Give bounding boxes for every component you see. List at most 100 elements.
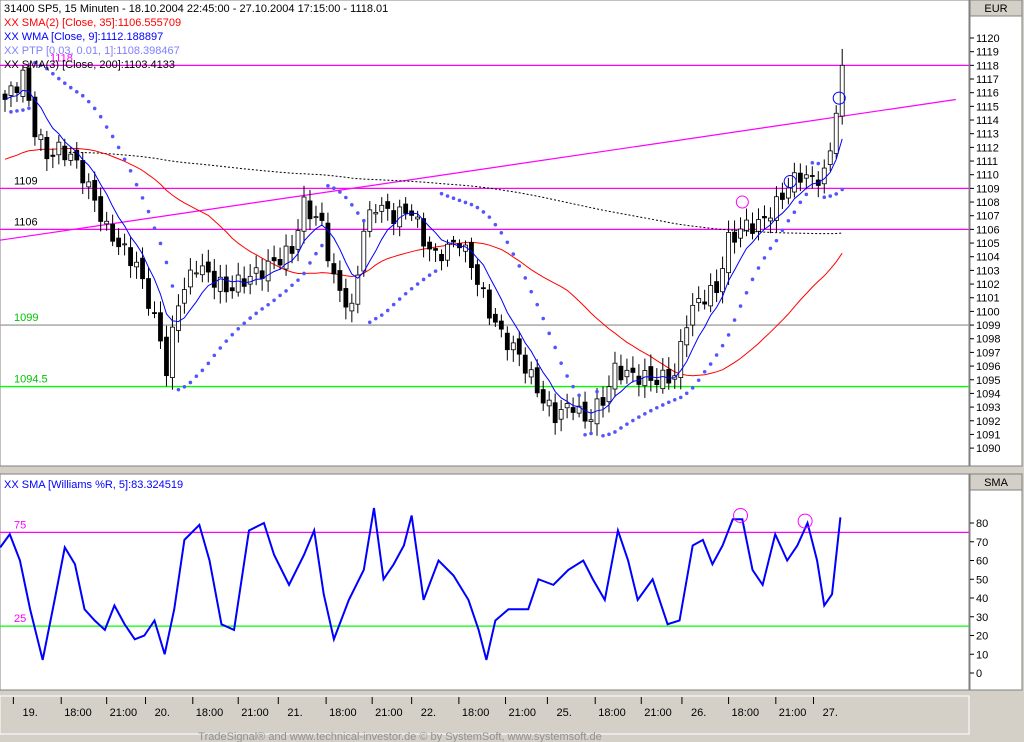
candle-body xyxy=(833,112,839,154)
price-tick-label: 1098 xyxy=(976,334,1000,346)
candle-body xyxy=(32,96,38,138)
price-tick-label: 1107 xyxy=(976,211,1000,223)
candle-body xyxy=(684,327,690,346)
candle-body xyxy=(504,332,510,351)
time-tick-label: 18:00 xyxy=(329,707,357,719)
legend-sma35[interactable]: XX SMA(2) [Close, 35]:1106.555709 xyxy=(4,17,181,29)
ptp-dot xyxy=(74,89,79,94)
candle-body xyxy=(522,354,528,374)
ptp-dot xyxy=(517,264,522,268)
candle-body xyxy=(821,167,827,185)
candle-body xyxy=(211,270,217,288)
candle-body xyxy=(80,160,86,184)
candle-body xyxy=(229,287,235,292)
ptp-dot xyxy=(164,260,169,265)
candle-body xyxy=(152,312,157,315)
ptp-dot xyxy=(116,145,121,150)
chart-title: 31400 SP5, 15 Minuten - 18.10.2004 22:45… xyxy=(4,3,388,15)
legend-ptp[interactable]: XX PTP [0.03, 0.01, 1]:1108.398467 xyxy=(4,45,180,57)
ptp-dot xyxy=(499,231,504,235)
candle-body xyxy=(666,368,672,384)
ptp-dot xyxy=(505,240,510,245)
candle-body xyxy=(181,289,187,304)
osc-tick-label: 70 xyxy=(976,537,988,549)
ptp-dot xyxy=(589,431,593,436)
legend-wma9[interactable]: XX WMA [Close, 9]:1112.188897 xyxy=(4,31,163,43)
candle-body xyxy=(624,369,630,378)
candle-body xyxy=(56,141,62,156)
ptp-dot xyxy=(672,397,677,402)
ptp-dot xyxy=(577,393,581,398)
time-tick-label: 21:00 xyxy=(110,707,138,719)
legend-sma200[interactable]: XX SMA(3) [Close, 200]:1103.4133 xyxy=(4,59,175,71)
ptp-dot xyxy=(666,400,671,405)
price-tick-label: 1103 xyxy=(976,265,1000,277)
candle-body xyxy=(50,154,56,157)
ptp-dot xyxy=(320,243,324,248)
ptp-dot xyxy=(726,333,731,337)
ptp-dot xyxy=(242,321,246,326)
ptp-dot xyxy=(834,192,839,196)
ptp-dot xyxy=(547,331,551,336)
ptp-dot xyxy=(816,161,821,166)
candle-body xyxy=(708,285,714,307)
ptp-dot xyxy=(362,218,366,223)
candle-body xyxy=(510,342,516,351)
ptp-dot xyxy=(708,362,713,366)
candle-body xyxy=(104,220,110,225)
ptp-dot xyxy=(828,194,833,198)
ptp-dot xyxy=(583,432,587,437)
price-tick-label: 1105 xyxy=(976,238,1000,250)
candle-body xyxy=(480,287,486,290)
ptp-dot xyxy=(134,182,139,187)
ptp-dot xyxy=(224,339,229,343)
ptp-dot xyxy=(391,302,396,307)
candle-body xyxy=(439,253,444,262)
ptp-dot xyxy=(756,266,761,270)
candle-body xyxy=(762,216,767,219)
candle-body xyxy=(253,267,259,274)
price-tick-label: 1119 xyxy=(976,47,999,59)
time-tick-label: 19. xyxy=(22,707,37,719)
ptp-dot xyxy=(104,125,109,129)
ptp-dot xyxy=(661,403,665,407)
ptp-dot xyxy=(493,222,498,227)
candle-body xyxy=(702,301,708,305)
time-tick-label: 18:00 xyxy=(64,707,92,719)
ptp-dot xyxy=(350,203,354,207)
candle-body xyxy=(780,192,785,200)
level-label: 1094.5 xyxy=(14,374,48,386)
time-tick-label: 26. xyxy=(691,707,706,719)
candle-body xyxy=(337,270,343,291)
ptp-dot xyxy=(649,408,653,413)
candle-body xyxy=(630,367,636,373)
time-tick-label: 27. xyxy=(823,707,838,719)
ptp-dot xyxy=(176,387,181,392)
time-tick-label: 21:00 xyxy=(241,707,269,719)
ptp-dot xyxy=(619,426,623,430)
ptp-dot xyxy=(140,196,145,200)
candle-body xyxy=(498,320,504,330)
ptp-dot xyxy=(290,283,294,288)
candle-body xyxy=(176,305,181,331)
ptp-dot xyxy=(792,210,797,214)
oscillator-panel[interactable] xyxy=(0,473,970,691)
candle-body xyxy=(570,407,576,413)
candle-body xyxy=(343,288,349,308)
candle-body xyxy=(750,223,755,234)
legend-williams[interactable]: XX SMA [Williams %R, 5]:83.324519 xyxy=(4,479,183,491)
ptp-dot xyxy=(481,210,486,214)
ptp-dot xyxy=(385,308,390,313)
candle-body xyxy=(14,86,20,94)
ptp-dot xyxy=(314,251,318,256)
candle-body xyxy=(469,242,474,268)
ptp-dot xyxy=(427,273,432,277)
candle-body xyxy=(427,241,432,250)
candle-body xyxy=(319,212,325,221)
trading-chart[interactable]: EUR SMA 1090 10911092 1093 10941095 1096 1097… xyxy=(0,0,1024,742)
time-tick-label: 21:00 xyxy=(644,707,672,719)
ptp-dot xyxy=(774,238,779,243)
candle-body xyxy=(546,399,552,407)
candle-body xyxy=(62,145,68,161)
candle-body xyxy=(433,248,438,251)
